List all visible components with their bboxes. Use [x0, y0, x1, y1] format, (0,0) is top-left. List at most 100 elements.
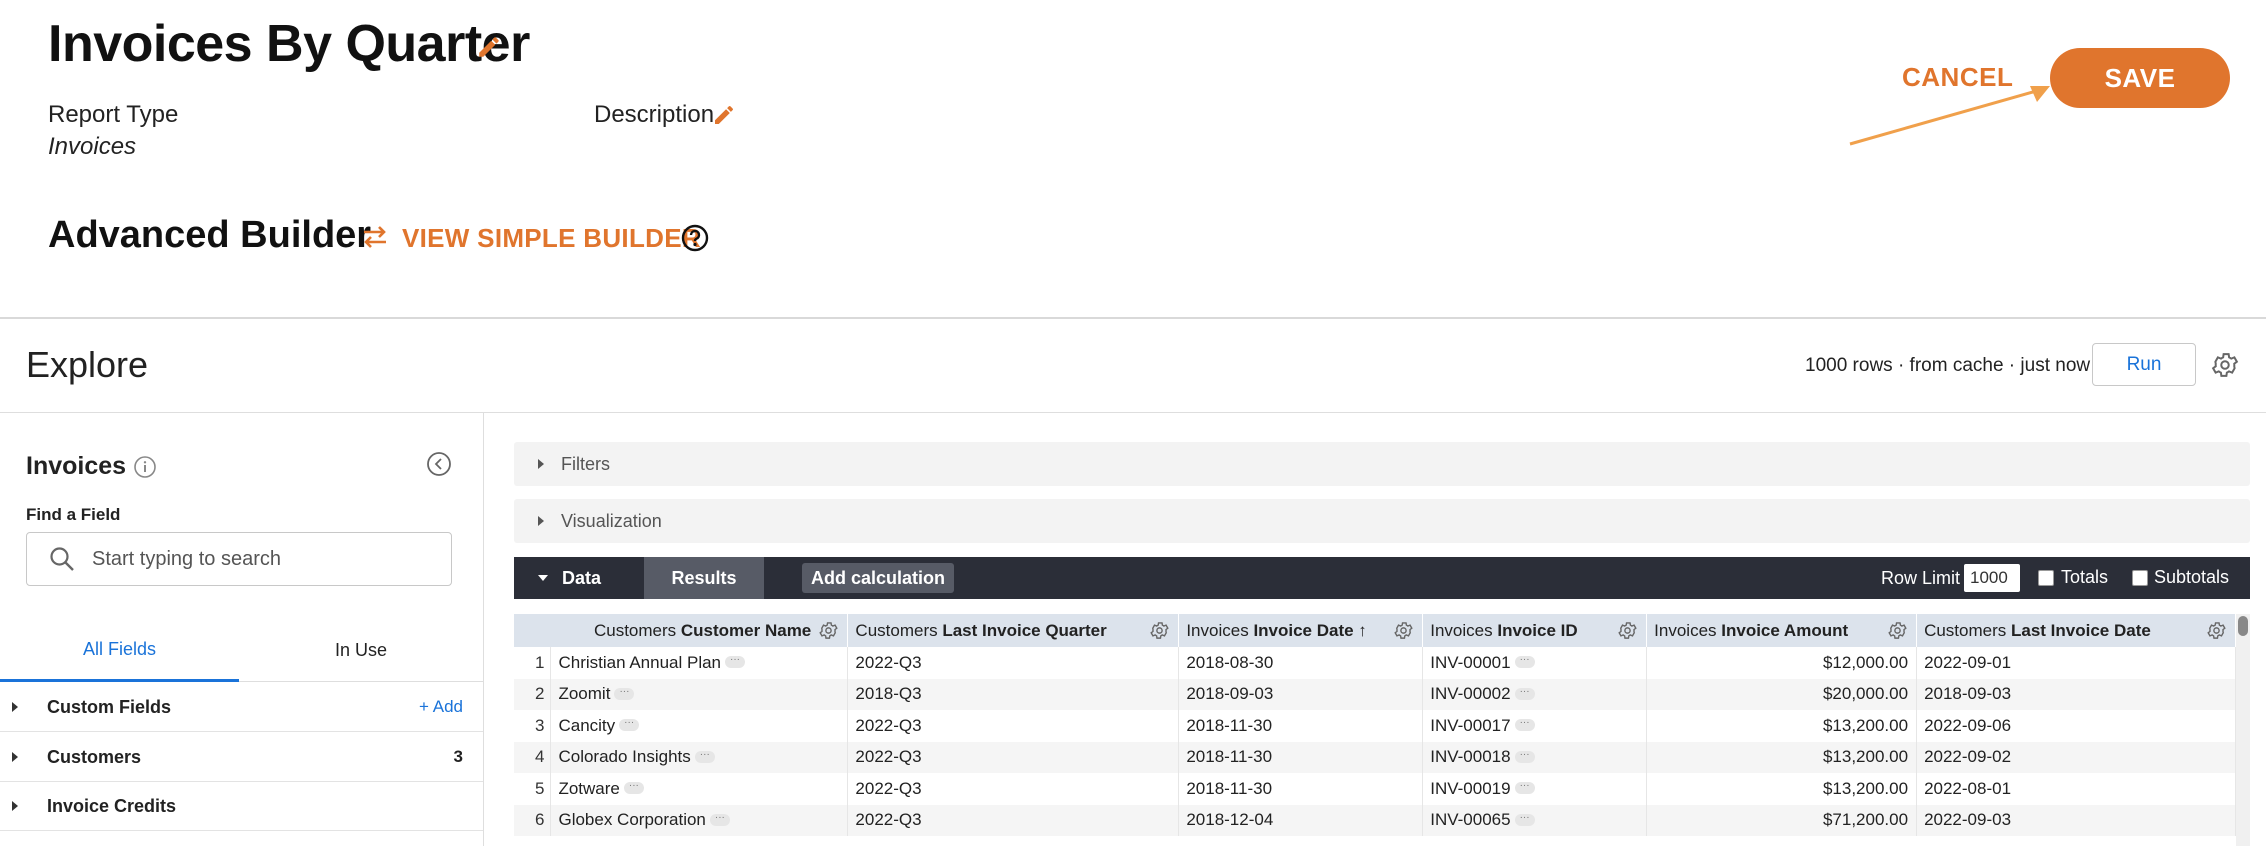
row-number: 3 [514, 710, 552, 742]
more-options-icon[interactable]: ··· [1514, 749, 1535, 763]
table-header-row: Customers Customer Name Customers Last I… [514, 614, 2236, 647]
column-header[interactable]: Customers Last Invoice Quarter [847, 614, 1180, 647]
column-prefix: Invoices [1430, 620, 1493, 640]
cell-value: $13,200.00 [1822, 778, 1909, 798]
column-header[interactable]: Invoices Invoice Date ↑ [1178, 614, 1424, 647]
cell-value: $13,200.00 [1822, 715, 1909, 735]
advanced-builder-title: Advanced Builder [48, 214, 372, 256]
cell-value: 2018-09-03 [1924, 684, 2012, 704]
more-options-icon[interactable]: ··· [1514, 718, 1535, 732]
table-cell: 2018-11-30 [1178, 710, 1424, 742]
field-group-custom-fields[interactable]: Custom Fields + Add [0, 683, 483, 732]
gear-icon[interactable] [2206, 620, 2227, 641]
table-cell: INV-00065 ··· [1422, 804, 1648, 836]
more-options-icon[interactable]: ··· [694, 749, 715, 763]
caret-right-icon [12, 702, 18, 712]
more-options-icon[interactable]: ··· [725, 655, 746, 669]
gear-icon[interactable] [1617, 620, 1638, 641]
totals-checkbox[interactable] [2038, 570, 2054, 586]
more-options-icon[interactable]: ··· [1514, 655, 1535, 669]
cell-value: INV-00001 [1430, 652, 1511, 672]
table-row[interactable]: 3 Cancity ··· 2022-Q3 2018-11-30 INV-00017 ···… [514, 710, 2236, 742]
column-header[interactable]: Invoices Invoice ID [1422, 614, 1648, 647]
table-cell: 2022-Q3 [847, 647, 1180, 679]
report-title: Invoices By Quarter [48, 15, 530, 73]
column-prefix: Customers [1924, 620, 2007, 640]
cell-value: 2022-Q3 [855, 652, 922, 672]
swap-icon[interactable] [360, 222, 390, 252]
run-button[interactable]: Run [2092, 343, 2196, 386]
find-field-label: Find a Field [26, 505, 121, 524]
cell-value: 2022-Q3 [855, 810, 922, 830]
field-group-invoice-credits[interactable]: Invoice Credits [0, 782, 483, 831]
subtotals-checkbox[interactable] [2132, 570, 2148, 586]
filters-panel[interactable]: Filters [514, 442, 2250, 486]
save-button[interactable]: SAVE [2050, 48, 2230, 108]
gear-icon[interactable] [1149, 620, 1170, 641]
help-icon[interactable] [680, 223, 710, 253]
cell-value: 2018-Q3 [855, 684, 922, 704]
table-cell: 2022-Q3 [847, 710, 1180, 742]
column-header[interactable]: Invoices Invoice Amount [1646, 614, 1918, 647]
explore-title: Explore [26, 344, 149, 385]
table-scrollbar-thumb[interactable] [2238, 616, 2248, 636]
more-options-icon[interactable]: ··· [614, 686, 635, 700]
row-limit-input[interactable] [1964, 564, 2020, 592]
column-header[interactable]: Customers Last Invoice Date [1916, 614, 2236, 647]
tab-results[interactable]: Results [644, 557, 764, 599]
table-cell: Zoomit ··· [550, 678, 849, 710]
report-type-label: Report Type [48, 101, 179, 128]
tab-data[interactable]: Data [514, 557, 644, 599]
tab-in-use[interactable]: In Use [239, 620, 483, 682]
caret-right-icon [12, 752, 18, 762]
gear-icon[interactable] [818, 620, 839, 641]
cell-value: INV-00002 [1430, 684, 1511, 704]
search-input[interactable] [92, 545, 432, 573]
field-group-customers[interactable]: Customers 3 [0, 733, 483, 782]
cell-value: $12,000.00 [1822, 652, 1909, 672]
table-row[interactable]: 1 Christian Annual Plan ··· 2022-Q3 2018-08-… [514, 647, 2236, 679]
column-name: Invoice Amount [1721, 620, 1849, 640]
more-options-icon[interactable]: ··· [1514, 812, 1535, 826]
more-options-icon[interactable]: ··· [1514, 781, 1535, 795]
cell-value: INV-00017 [1430, 715, 1511, 735]
gear-icon[interactable] [1393, 620, 1414, 641]
collapse-sidebar-icon[interactable] [426, 451, 452, 477]
visualization-panel[interactable]: Visualization [514, 499, 2250, 543]
caret-right-icon [12, 801, 18, 811]
edit-title-icon[interactable] [476, 34, 502, 60]
more-options-icon[interactable]: ··· [709, 812, 730, 826]
gear-icon[interactable] [1887, 620, 1908, 641]
cancel-button[interactable]: CANCEL [1902, 62, 2013, 93]
cell-value: 2018-12-04 [1186, 810, 1274, 830]
table-cell: 2018-09-03 [1916, 678, 2236, 710]
cell-value: 2018-09-03 [1186, 684, 1274, 704]
cell-value: 2018-11-30 [1186, 778, 1273, 798]
table-cell: INV-00001 ··· [1422, 647, 1648, 679]
more-options-icon[interactable]: ··· [623, 781, 644, 795]
table-cell: INV-00017 ··· [1422, 710, 1648, 742]
info-icon[interactable] [133, 455, 157, 479]
table-scrollbar[interactable] [2236, 614, 2250, 846]
column-header[interactable]: Customers Customer Name [550, 614, 849, 647]
table-row[interactable]: 5 Zotware ··· 2022-Q3 2018-11-30 INV-00019 ···… [514, 773, 2236, 805]
filters-label: Filters [561, 454, 610, 474]
view-simple-builder-link[interactable]: VIEW SIMPLE BUILDER [402, 223, 701, 254]
table-row[interactable]: 4 Colorado Insights ··· 2022-Q3 2018-11-30 IN… [514, 741, 2236, 773]
more-options-icon[interactable]: ··· [619, 718, 640, 732]
table-cell: 2022-09-06 [1916, 710, 2236, 742]
table-row[interactable]: 6 Globex Corporation ··· 2022-Q3 2018-12-04 I… [514, 804, 2236, 836]
table-cell: Colorado Insights ··· [550, 741, 849, 773]
tab-all-fields[interactable]: All Fields [0, 620, 239, 682]
table-cell: $13,200.00 [1646, 710, 1918, 742]
gear-icon[interactable] [2210, 350, 2240, 380]
row-limit-label: Row Limit [1881, 568, 1961, 588]
table-cell: 2022-Q3 [847, 804, 1180, 836]
add-custom-field-button[interactable]: + Add [419, 697, 463, 717]
more-options-icon[interactable]: ··· [1514, 686, 1535, 700]
table-row[interactable]: 2 Zoomit ··· 2018-Q3 2018-09-03 INV-00002 ··· $… [514, 678, 2236, 710]
table-cell: 2018-11-30 [1178, 741, 1424, 773]
edit-description-icon[interactable] [712, 103, 736, 127]
cell-value: 4 [535, 747, 545, 767]
add-calculation-button[interactable]: Add calculation [802, 563, 954, 593]
